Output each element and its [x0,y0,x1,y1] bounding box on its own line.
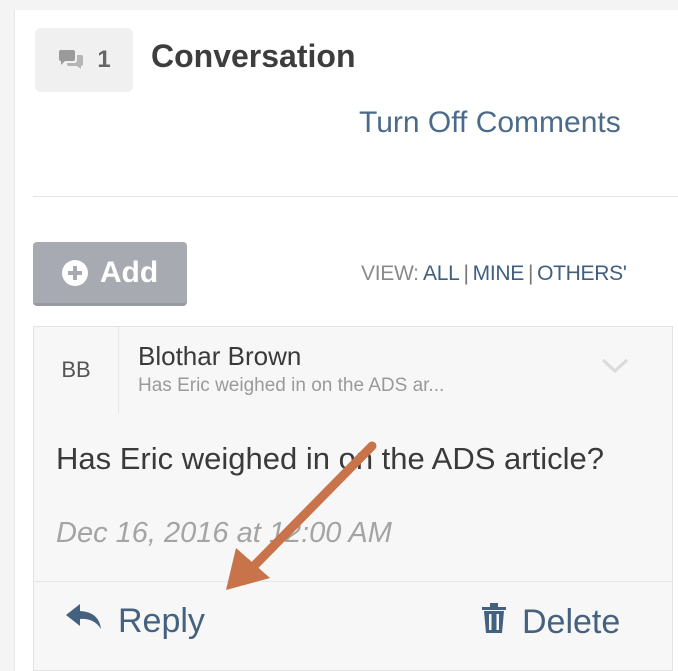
comment-author: Blothar Brown [138,341,302,371]
comment-timestamp: Dec 16, 2016 at 12:00 AM [56,517,392,549]
view-others-link[interactable]: OTHERS' [537,262,627,285]
comment-bubbles-icon [57,49,85,71]
turn-off-comments-link[interactable]: Turn Off Comments [359,106,621,140]
reply-button[interactable]: Reply [64,602,205,641]
divider [33,196,678,197]
view-all-link[interactable]: ALL [423,262,460,285]
add-button-label: Add [99,255,159,289]
reply-label: Reply [118,602,205,640]
chevron-down-icon[interactable] [600,357,630,380]
comment-count: 1 [97,46,111,73]
comment-card: BB Blothar Brown Has Eric weighed in on … [33,326,673,671]
avatar: BB [34,327,119,413]
conversation-panel: 1 Conversation Turn Off Comments Add VIE… [14,10,678,671]
delete-label: Delete [522,603,621,641]
add-comment-button[interactable]: Add [33,242,187,306]
page-title: Conversation [151,38,356,74]
plus-circle-icon [61,259,88,286]
view-filter-label: VIEW: [361,262,419,285]
comment-actions: Reply Delete [34,581,672,670]
comment-snippet: Has Eric weighed in on the ADS ar... [138,375,445,396]
comment-count-badge: 1 [35,28,133,92]
comment-header[interactable]: BB Blothar Brown Has Eric weighed in on … [34,327,672,413]
view-filter: VIEW: ALL | MINE | OTHERS' [361,262,627,285]
view-mine-link[interactable]: MINE [473,262,525,285]
reply-arrow-icon [64,602,104,641]
trash-icon [480,602,508,643]
comment-body: Has Eric weighed in on the ADS article? [56,441,604,476]
delete-button[interactable]: Delete [480,602,620,643]
